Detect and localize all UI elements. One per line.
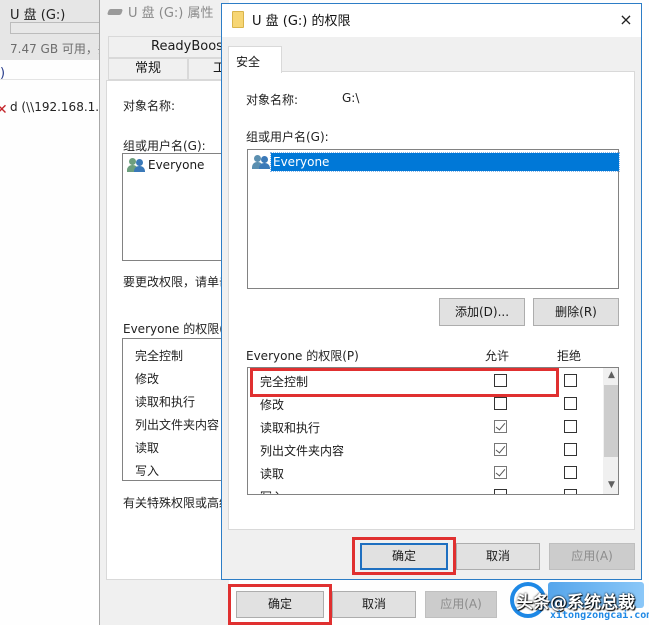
folder-icon: [232, 11, 244, 28]
users-icon: [252, 155, 270, 169]
deny-checkbox[interactable]: [564, 489, 577, 494]
properties-group-list[interactable]: Everyone: [122, 153, 229, 261]
explorer-capacity-bar: [10, 22, 100, 34]
permission-item: 写入: [135, 464, 160, 478]
add-button[interactable]: 添加(D)...: [439, 298, 525, 326]
permission-row: 读取: [248, 462, 603, 485]
scroll-down-icon[interactable]: ▼: [603, 480, 618, 490]
dialog-ok-button[interactable]: 确定: [360, 543, 448, 570]
scroll-thumb[interactable]: [604, 385, 618, 457]
group-name: Everyone: [148, 158, 205, 172]
security-panel: 对象名称: G:\ 组或用户名(G): Everyone 添加(D)... 删除…: [228, 71, 635, 530]
group-list[interactable]: Everyone: [247, 149, 620, 289]
deny-checkbox[interactable]: [564, 397, 577, 410]
properties-apply-button[interactable]: 应用(A): [425, 591, 497, 618]
allow-checkbox[interactable]: [494, 420, 507, 433]
permission-row: 写入: [248, 485, 603, 494]
permission-item: 读取和执行: [135, 395, 196, 409]
deny-header: 拒绝: [557, 349, 582, 363]
properties-title: U 盘 (G:) 属性: [106, 2, 214, 21]
dialog-apply-button[interactable]: 应用(A): [549, 543, 635, 570]
group-label: 组或用户名(G):: [246, 130, 329, 144]
users-icon: [127, 158, 145, 172]
permission-row: 列出文件夹内容: [248, 439, 603, 462]
deny-checkbox[interactable]: [564, 420, 577, 433]
perm-label: Everyone 的权限(P): [246, 349, 359, 363]
scroll-up-icon[interactable]: ▲: [603, 370, 618, 380]
permission-name: 修改: [260, 398, 285, 412]
dialog-cancel-button[interactable]: 取消: [456, 543, 540, 570]
perm-label: Everyone 的权限(P): [123, 322, 229, 336]
permission-row: 读取和执行: [248, 416, 603, 439]
group-name-selected: Everyone: [270, 152, 620, 172]
permission-name: 读取和执行: [260, 421, 321, 435]
permissions-dialog: U 盘 (G:) 的权限 × 安全 对象名称: G:\ 组或用户名(G): Ev…: [221, 3, 642, 580]
allow-checkbox[interactable]: [494, 397, 507, 410]
scrollbar[interactable]: ▲ ▼: [603, 368, 618, 494]
watermark: 头条@系统总裁 xitongzongcai.com: [500, 576, 649, 625]
remove-button[interactable]: 删除(R): [533, 298, 619, 326]
properties-ok-button[interactable]: 确定: [236, 591, 324, 618]
allow-checkbox[interactable]: [494, 443, 507, 456]
explorer-drive-label[interactable]: U 盘 (G:): [10, 4, 65, 23]
explorer-network-drive[interactable]: d (\\192.168.1.1: [10, 100, 107, 114]
explorer-free-space: 7.47 GB 可用，共: [10, 42, 110, 56]
permission-item: 列出文件夹内容: [135, 418, 220, 432]
deny-checkbox[interactable]: [564, 443, 577, 456]
special-hint: 有关特殊权限或高级: [123, 496, 229, 510]
permission-name: 写入: [260, 488, 284, 494]
highlight-frame-full-control: [250, 368, 559, 397]
allow-checkbox[interactable]: [494, 489, 507, 494]
allow-checkbox[interactable]: [494, 466, 507, 479]
dialog-title: U 盘 (G:) 的权限: [252, 14, 351, 29]
tab-general[interactable]: 常规: [108, 58, 188, 80]
tab-readyboost[interactable]: ReadyBoost: [108, 36, 229, 58]
properties-cancel-button[interactable]: 取消: [332, 591, 416, 618]
permission-item: 读取: [135, 441, 160, 455]
list-item[interactable]: Everyone: [127, 158, 204, 172]
list-item[interactable]: Everyone: [252, 152, 620, 172]
disconnected-x-icon: ✕: [0, 102, 8, 118]
change-hint: 要更改权限，请单击: [123, 275, 229, 289]
permission-item: 完全控制: [135, 349, 184, 363]
permission-name: 列出文件夹内容: [260, 444, 345, 458]
close-icon: ×: [619, 10, 633, 29]
permission-name: 读取: [260, 467, 285, 481]
watermark-url: xitongzongcai.com: [550, 610, 649, 621]
close-button[interactable]: ×: [614, 8, 638, 32]
properties-title-text: U 盘 (G:) 属性: [128, 6, 214, 21]
object-name-value: G:\: [342, 91, 360, 105]
explorer-divider: [0, 79, 100, 80]
deny-checkbox[interactable]: [564, 374, 577, 387]
object-name-label: 对象名称:: [123, 99, 176, 113]
properties-permission-list[interactable]: 完全控制 修改 读取和执行 列出文件夹内容 读取 写入: [122, 338, 229, 481]
tab-security[interactable]: 安全: [228, 46, 282, 73]
group-label: 组或用户名(G):: [123, 139, 206, 153]
permission-item: 修改: [135, 372, 160, 386]
object-name-label: 对象名称:: [246, 93, 299, 107]
usb-drive-icon: [106, 8, 124, 15]
allow-header: 允许: [485, 349, 510, 363]
properties-window: U 盘 (G:) 属性 ReadyBoost 常规 工具 对象名称: 组或用户名…: [99, 0, 229, 625]
deny-checkbox[interactable]: [564, 466, 577, 479]
